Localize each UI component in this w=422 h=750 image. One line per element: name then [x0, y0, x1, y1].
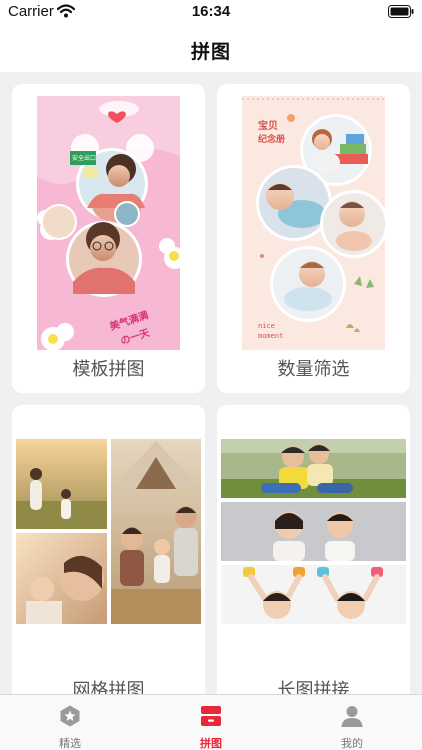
grid-collage-preview [16, 439, 201, 624]
baby-title-line-2: 纪念册 [258, 133, 285, 145]
long-stitch-card[interactable]: 长图拼接 [217, 405, 410, 694]
person-icon [341, 706, 363, 727]
tab-featured-label: 精选 [59, 738, 81, 750]
template-collage-label: 模板拼图 [72, 359, 145, 379]
baby-title-line-1: 宝贝 [258, 119, 278, 132]
navigation-bar: 拼图 [0, 24, 422, 72]
tab-profile-label: 我的 [341, 738, 363, 750]
page-title: 拼图 [190, 42, 231, 63]
nice-text: nice [258, 322, 275, 330]
count-filter-label: 数量筛选 [277, 359, 350, 379]
exit-sign-text: 安全出口 [72, 154, 96, 162]
tab-collage-label: 拼图 [200, 738, 222, 750]
tab-profile[interactable]: 我的 [282, 695, 422, 750]
template-collage-card[interactable]: 安全出口 美气满满 の一天 模板拼图 [12, 84, 205, 393]
long-stitch-label: 长图拼接 [277, 680, 350, 694]
grid-collage-card[interactable]: 网格拼图 [12, 405, 205, 694]
battery-icon [388, 5, 414, 18]
collage-icon [201, 706, 221, 726]
long-stitch-preview [221, 439, 406, 624]
status-time: 16:34 [191, 3, 231, 20]
moment-text: moment [258, 332, 283, 340]
collage-mode-grid: 安全出口 美气满满 の一天 模板拼图 宝贝 纪念册 nice moment 数量… [0, 72, 422, 694]
count-filter-card[interactable]: 宝贝 纪念册 nice moment 数量筛选 [217, 84, 410, 393]
tab-featured[interactable]: 精选 [0, 695, 140, 750]
tab-collage[interactable]: 拼图 [141, 695, 281, 750]
tab-bar: 精选 拼图 我的 [0, 694, 422, 750]
status-bar: Carrier 16:34 [0, 0, 422, 24]
count-filter-preview: 宝贝 纪念册 nice moment [242, 96, 385, 350]
grid-collage-label: 网格拼图 [72, 680, 145, 694]
star-badge-icon [60, 705, 80, 727]
template-collage-preview: 安全出口 美气满满 の一天 [37, 96, 180, 350]
